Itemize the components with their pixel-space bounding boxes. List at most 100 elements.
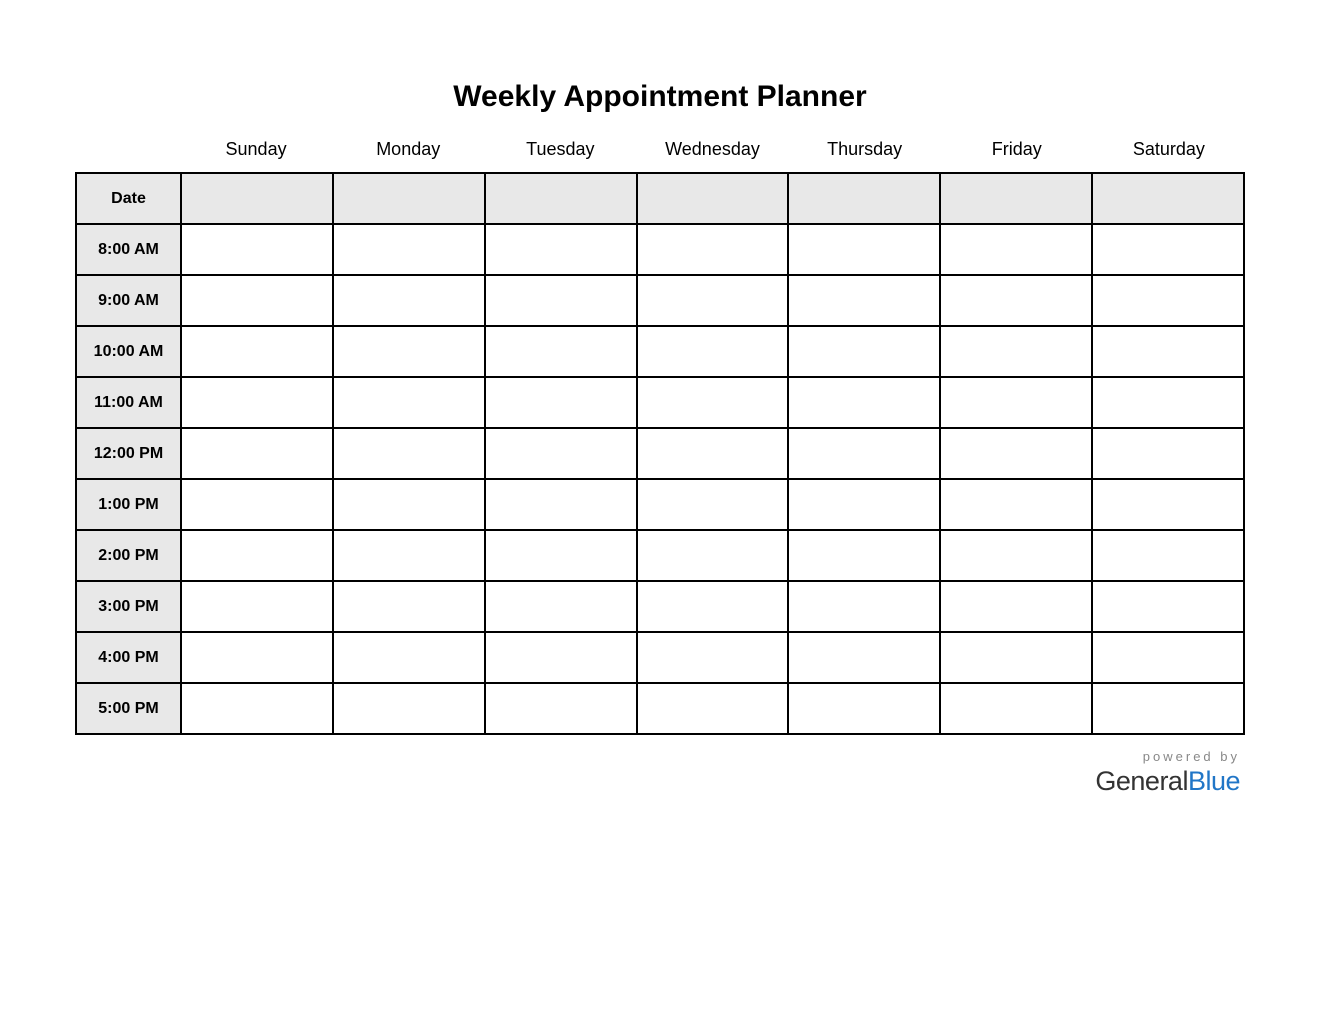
planner-cell[interactable]: [788, 530, 940, 581]
table-row: 8:00 AM: [76, 224, 1244, 275]
planner-cell[interactable]: [637, 632, 789, 683]
planner-cell[interactable]: [485, 479, 637, 530]
planner-cell[interactable]: [637, 428, 789, 479]
planner-cell[interactable]: [788, 479, 940, 530]
planner-cell[interactable]: [333, 683, 485, 734]
planner-cell[interactable]: [181, 581, 333, 632]
planner-cell[interactable]: [333, 173, 485, 224]
planner-cell[interactable]: [485, 173, 637, 224]
planner-cell[interactable]: [940, 428, 1092, 479]
planner-cell[interactable]: [940, 326, 1092, 377]
planner-cell[interactable]: [1092, 173, 1244, 224]
planner-cell[interactable]: [485, 224, 637, 275]
planner-cell[interactable]: [940, 224, 1092, 275]
planner-cell[interactable]: [333, 530, 485, 581]
day-headers: Sunday Monday Tuesday Wednesday Thursday…: [75, 139, 1245, 160]
planner-cell[interactable]: [940, 683, 1092, 734]
row-label: 4:00 PM: [76, 632, 181, 683]
day-header-thursday: Thursday: [789, 139, 941, 160]
planner-cell[interactable]: [940, 479, 1092, 530]
planner-table: Date8:00 AM9:00 AM10:00 AM11:00 AM12:00 …: [75, 172, 1245, 735]
planner-cell[interactable]: [333, 326, 485, 377]
planner-cell[interactable]: [181, 683, 333, 734]
day-header-monday: Monday: [332, 139, 484, 160]
planner-cell[interactable]: [940, 530, 1092, 581]
planner-cell[interactable]: [485, 683, 637, 734]
planner-cell[interactable]: [637, 479, 789, 530]
planner-cell[interactable]: [1092, 275, 1244, 326]
row-label: 10:00 AM: [76, 326, 181, 377]
planner-cell[interactable]: [181, 632, 333, 683]
planner-cell[interactable]: [333, 479, 485, 530]
planner-cell[interactable]: [181, 428, 333, 479]
planner-cell[interactable]: [788, 683, 940, 734]
planner-cell[interactable]: [637, 224, 789, 275]
planner-cell[interactable]: [485, 326, 637, 377]
table-row: Date: [76, 173, 1244, 224]
day-header-tuesday: Tuesday: [484, 139, 636, 160]
row-label: 9:00 AM: [76, 275, 181, 326]
planner-cell[interactable]: [940, 173, 1092, 224]
table-row: 12:00 PM: [76, 428, 1244, 479]
planner-cell[interactable]: [181, 173, 333, 224]
planner-cell[interactable]: [485, 275, 637, 326]
planner-cell[interactable]: [788, 326, 940, 377]
planner-cell[interactable]: [1092, 581, 1244, 632]
planner-cell[interactable]: [788, 224, 940, 275]
planner-cell[interactable]: [181, 377, 333, 428]
planner-cell[interactable]: [940, 275, 1092, 326]
planner-cell[interactable]: [637, 173, 789, 224]
planner-cell[interactable]: [181, 275, 333, 326]
brand-blue: Blue: [1188, 766, 1240, 796]
planner-cell[interactable]: [788, 581, 940, 632]
planner-cell[interactable]: [485, 428, 637, 479]
planner-cell[interactable]: [637, 581, 789, 632]
powered-by-text: powered by: [75, 749, 1240, 764]
planner-cell[interactable]: [637, 326, 789, 377]
planner-cell[interactable]: [485, 377, 637, 428]
planner-cell[interactable]: [181, 479, 333, 530]
planner-cell[interactable]: [1092, 224, 1244, 275]
planner-cell[interactable]: [940, 581, 1092, 632]
planner-cell[interactable]: [1092, 530, 1244, 581]
planner-cell[interactable]: [181, 530, 333, 581]
planner-cell[interactable]: [181, 326, 333, 377]
planner-cell[interactable]: [1092, 326, 1244, 377]
planner-cell[interactable]: [788, 428, 940, 479]
row-label: 2:00 PM: [76, 530, 181, 581]
table-row: 4:00 PM: [76, 632, 1244, 683]
row-label: 3:00 PM: [76, 581, 181, 632]
planner-cell[interactable]: [181, 224, 333, 275]
planner-cell[interactable]: [333, 428, 485, 479]
planner-cell[interactable]: [333, 377, 485, 428]
planner-cell[interactable]: [1092, 428, 1244, 479]
planner-container: Sunday Monday Tuesday Wednesday Thursday…: [75, 139, 1245, 735]
planner-cell[interactable]: [637, 683, 789, 734]
table-row: 3:00 PM: [76, 581, 1244, 632]
table-row: 10:00 AM: [76, 326, 1244, 377]
planner-cell[interactable]: [333, 581, 485, 632]
row-label: 12:00 PM: [76, 428, 181, 479]
planner-cell[interactable]: [485, 581, 637, 632]
planner-cell[interactable]: [637, 275, 789, 326]
planner-cell[interactable]: [333, 275, 485, 326]
planner-cell[interactable]: [637, 377, 789, 428]
planner-cell[interactable]: [485, 632, 637, 683]
planner-cell[interactable]: [1092, 683, 1244, 734]
planner-cell[interactable]: [1092, 377, 1244, 428]
planner-cell[interactable]: [788, 275, 940, 326]
planner-cell[interactable]: [788, 173, 940, 224]
planner-cell[interactable]: [1092, 479, 1244, 530]
planner-cell[interactable]: [333, 224, 485, 275]
table-row: 2:00 PM: [76, 530, 1244, 581]
planner-cell[interactable]: [485, 530, 637, 581]
planner-cell[interactable]: [333, 632, 485, 683]
planner-cell[interactable]: [788, 632, 940, 683]
planner-cell[interactable]: [788, 377, 940, 428]
planner-cell[interactable]: [637, 530, 789, 581]
planner-cell[interactable]: [940, 632, 1092, 683]
table-row: 1:00 PM: [76, 479, 1244, 530]
planner-cell[interactable]: [940, 377, 1092, 428]
planner-cell[interactable]: [1092, 632, 1244, 683]
row-label: 11:00 AM: [76, 377, 181, 428]
